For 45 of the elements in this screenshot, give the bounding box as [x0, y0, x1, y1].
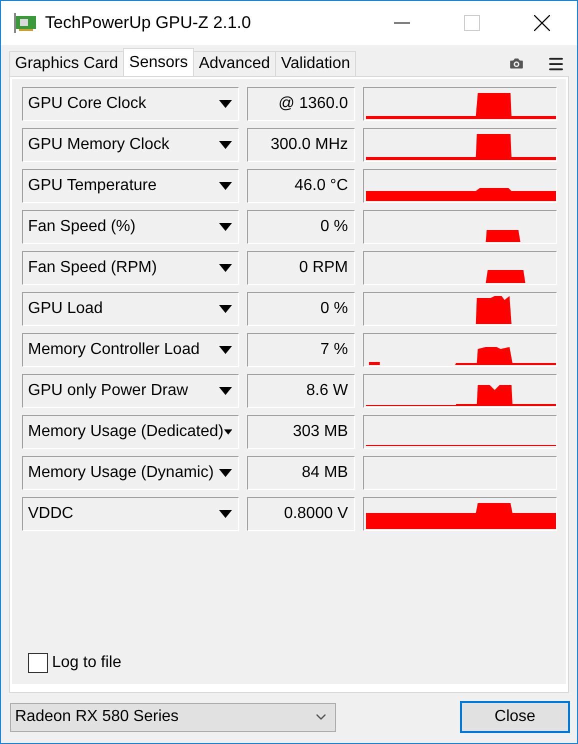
close-button[interactable]: Close — [460, 701, 570, 733]
caret-icon — [219, 141, 232, 149]
caret-icon — [219, 387, 232, 395]
sensor-selector[interactable]: GPU Memory Clock — [22, 128, 239, 162]
sensor-value: 0.8000 V — [247, 497, 355, 531]
tab[interactable]: Graphics Card — [9, 51, 124, 76]
sensor-value: 7 % — [247, 333, 355, 367]
caret-icon — [219, 510, 232, 518]
graphics-card-icon — [13, 13, 37, 33]
sensor-value: 0 RPM — [247, 251, 355, 285]
sensor-value: 8.6 W — [247, 374, 355, 408]
sensor-selector[interactable]: GPU only Power Draw — [22, 374, 239, 408]
caret-icon — [219, 346, 232, 354]
sensor-value: 0 % — [247, 210, 355, 244]
caret-icon — [219, 305, 232, 313]
minimize-icon — [394, 22, 410, 24]
sensor-selector[interactable]: Fan Speed (%) — [22, 210, 239, 244]
sensor-value: 303 MB — [247, 415, 355, 449]
sensor-selector[interactable]: Fan Speed (RPM) — [22, 251, 239, 285]
sensor-value: 84 MB — [247, 456, 355, 490]
sensor-selector[interactable]: GPU Temperature — [22, 169, 239, 203]
gpu-dropdown[interactable]: Radeon RX 580 Series — [10, 702, 336, 732]
sensor-selector[interactable]: GPU Load — [22, 292, 239, 326]
checkbox[interactable] — [28, 653, 48, 673]
sensor-value: 46.0 °C — [247, 169, 355, 203]
caret-icon — [219, 100, 232, 108]
maximize-icon — [464, 15, 480, 31]
caret-icon — [219, 223, 232, 231]
caret-icon — [219, 264, 232, 272]
close-icon — [534, 15, 550, 31]
sensor-value: 0 % — [247, 292, 355, 326]
sensor-selector[interactable]: Memory Usage (Dynamic) — [22, 456, 239, 490]
caret-icon — [219, 469, 232, 477]
caret-icon — [224, 428, 232, 436]
sensor-selector[interactable]: VDDC — [22, 497, 239, 531]
sensor-selector[interactable]: GPU Core Clock — [22, 87, 239, 121]
tab[interactable]: Sensors — [123, 48, 194, 76]
sensor-value: @ 1360.0 — [247, 87, 355, 121]
tab[interactable]: Validation — [275, 51, 356, 76]
sensor-value: 300.0 MHz — [247, 128, 355, 162]
caret-icon — [219, 182, 232, 190]
checkbox-label: Log to file — [52, 654, 122, 672]
sensor-selector[interactable]: Memory Controller Load — [22, 333, 239, 367]
sensor-selector[interactable]: Memory Usage (Dedicated) — [22, 415, 239, 449]
window-title: TechPowerUp GPU-Z 2.1.0 — [45, 13, 252, 33]
